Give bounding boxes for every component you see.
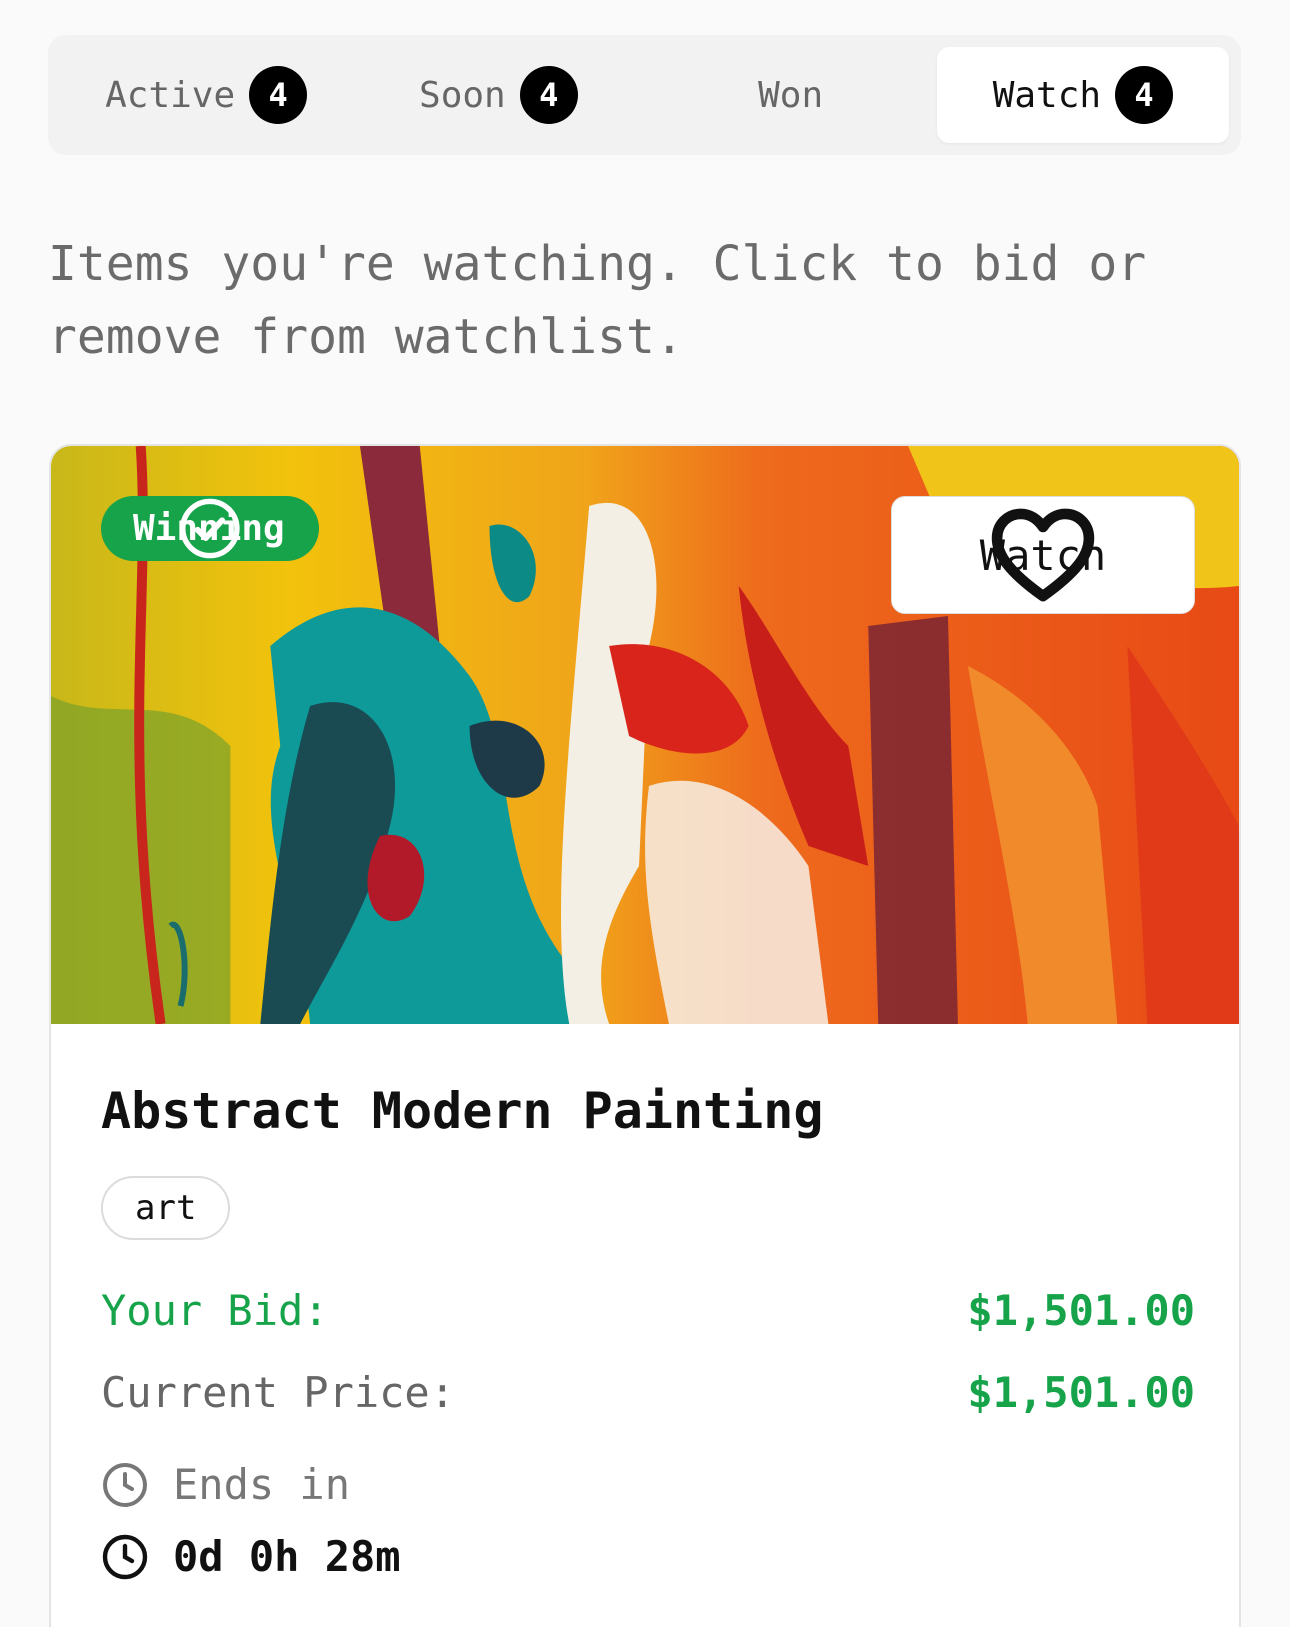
check-circle-icon	[180, 498, 240, 559]
time-remaining-value: 0d 0h 28m	[173, 1532, 401, 1581]
tab-bar: Active 4 Soon 4 Won Watch 4	[48, 35, 1241, 155]
ends-in-label: Ends in	[173, 1460, 351, 1509]
tab-active-label: Active	[105, 74, 236, 116]
item-image[interactable]: Winning Watch	[51, 446, 1239, 1024]
current-price-row: Current Price: $1,501.00	[101, 1368, 1195, 1417]
category-tag: art	[101, 1176, 231, 1240]
auction-item-card[interactable]: Winning Watch Abstract Modern Painting a…	[49, 444, 1241, 1627]
your-bid-label: Your Bid:	[101, 1286, 329, 1335]
item-title[interactable]: Abstract Modern Painting	[101, 1082, 823, 1140]
time-remaining-row: 0d 0h 28m	[101, 1532, 401, 1581]
page: Active 4 Soon 4 Won Watch 4 Items you're…	[0, 0, 1290, 1627]
clock-icon	[102, 1534, 148, 1579]
tab-watch-label: Watch	[992, 74, 1102, 116]
tab-soon[interactable]: Soon 4	[352, 47, 644, 143]
your-bid-value: $1,501.00	[967, 1286, 1195, 1335]
heart-icon	[991, 508, 1095, 602]
current-price-value: $1,501.00	[967, 1368, 1195, 1417]
tab-watch[interactable]: Watch 4	[936, 47, 1229, 143]
tab-soon-count-badge: 4	[519, 66, 578, 124]
watch-button[interactable]: Watch	[891, 496, 1195, 614]
tab-won[interactable]: Won	[645, 47, 937, 143]
clock-icon	[103, 1462, 147, 1507]
ends-in-row: Ends in	[101, 1460, 350, 1509]
tab-watch-count-badge: 4	[1115, 66, 1174, 124]
your-bid-row: Your Bid: $1,501.00	[101, 1286, 1195, 1335]
tab-active[interactable]: Active 4	[60, 47, 352, 143]
tab-soon-label: Soon	[419, 74, 506, 116]
winning-status-badge: Winning	[101, 496, 319, 561]
tab-won-label: Won	[758, 74, 824, 116]
watchlist-description: Items you're watching. Click to bid or r…	[48, 236, 1147, 365]
category-tag-label: art	[135, 1188, 197, 1228]
tab-active-count-badge: 4	[249, 66, 308, 124]
current-price-label: Current Price:	[101, 1368, 456, 1417]
